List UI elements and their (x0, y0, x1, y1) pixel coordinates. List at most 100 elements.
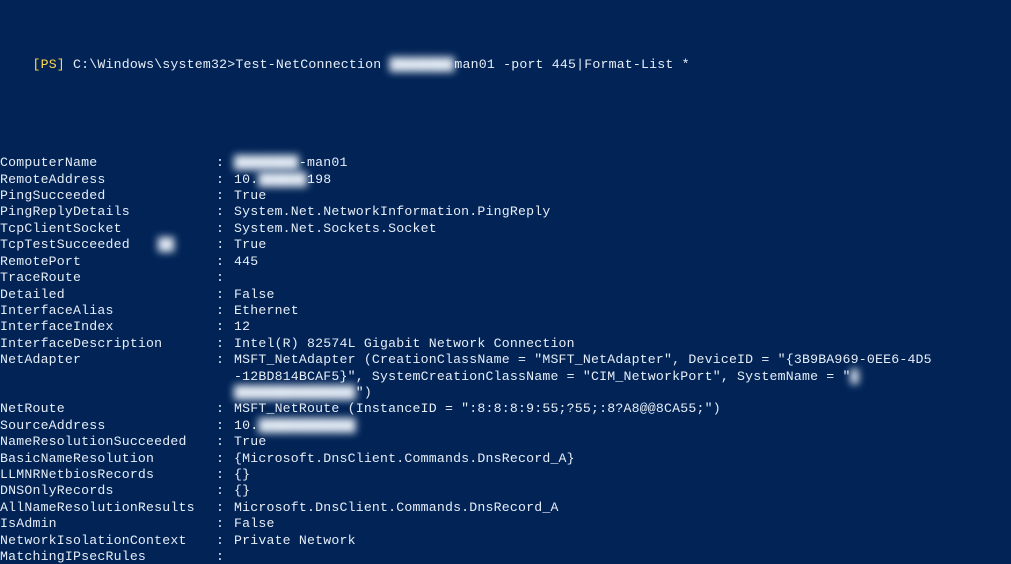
output-row: IsAdmin: False (0, 516, 1011, 532)
prompt-tag: [PS] (32, 57, 64, 72)
property-name: SourceAddress (0, 418, 216, 434)
property-value: 10.████████████ (234, 418, 1011, 434)
property-value: True (234, 188, 1011, 204)
colon: : (216, 188, 234, 204)
property-name: InterfaceDescription (0, 336, 216, 352)
colon: : (216, 172, 234, 188)
property-name: PingReplyDetails (0, 204, 216, 220)
property-value: -12BD814BCAF5}", SystemCreationClassName… (0, 369, 1011, 385)
property-value: ████████-man01 (234, 155, 1011, 171)
property-value: {Microsoft.DnsClient.Commands.DnsRecord_… (234, 451, 1011, 467)
output-row: TcpClientSocket: System.Net.Sockets.Sock… (0, 221, 1011, 237)
property-name: TcpClientSocket (0, 221, 216, 237)
prompt-line: [PS] C:\Windows\system32>Test-NetConnect… (0, 41, 1011, 90)
prompt-path: C:\Windows\system32> (65, 57, 235, 72)
property-value: ███████████████") (0, 385, 1011, 401)
redacted-text: ███████████████ (234, 385, 356, 400)
colon: ██: (216, 237, 234, 253)
colon: : (216, 303, 234, 319)
colon: : (216, 500, 234, 516)
property-value: 10.██████198 (234, 172, 1011, 188)
output-row: InterfaceAlias: Ethernet (0, 303, 1011, 319)
redaction-dot: ██ (158, 237, 174, 252)
property-value: 445 (234, 254, 1011, 270)
colon: : (216, 319, 234, 335)
colon: : (216, 401, 234, 417)
property-name: NetworkIsolationContext (0, 533, 216, 549)
property-name: PingSucceeded (0, 188, 216, 204)
output-row: MatchingIPsecRules: (0, 549, 1011, 564)
command-pre: Test-NetConnection (235, 57, 389, 72)
property-value: False (234, 516, 1011, 532)
output-row-continuation: ███████████████") (0, 385, 1011, 401)
property-name: DNSOnlyRecords (0, 483, 216, 499)
colon: : (216, 467, 234, 483)
property-name: InterfaceAlias (0, 303, 216, 319)
colon: : (216, 254, 234, 270)
property-value: True (234, 237, 1011, 253)
property-value: True (234, 434, 1011, 450)
property-name: AllNameResolutionResults (0, 500, 216, 516)
output-block: ComputerName: ████████-man01RemoteAddres… (0, 155, 1011, 564)
property-value (234, 549, 1011, 564)
property-name: BasicNameResolution (0, 451, 216, 467)
redacted-text: █ (851, 369, 859, 384)
property-name: RemotePort (0, 254, 216, 270)
property-value: System.Net.Sockets.Socket (234, 221, 1011, 237)
output-row: TcpTestSucceeded██: True (0, 237, 1011, 253)
property-value: Private Network (234, 533, 1011, 549)
output-row: SourceAddress: 10.████████████ (0, 418, 1011, 434)
output-row: NetworkIsolationContext: Private Network (0, 533, 1011, 549)
property-name: TcpTestSucceeded (0, 237, 216, 253)
property-value: Microsoft.DnsClient.Commands.DnsRecord_A (234, 500, 1011, 516)
property-value: {} (234, 483, 1011, 499)
property-name: NameResolutionSucceeded (0, 434, 216, 450)
property-value: 12 (234, 319, 1011, 335)
output-row: BasicNameResolution: {Microsoft.DnsClien… (0, 451, 1011, 467)
output-row: RemotePort: 445 (0, 254, 1011, 270)
property-value: False (234, 287, 1011, 303)
property-value: Ethernet (234, 303, 1011, 319)
command-redacted: ████████ (390, 57, 455, 72)
property-name: NetAdapter (0, 352, 216, 368)
colon: : (216, 483, 234, 499)
property-name: LLMNRNetbiosRecords (0, 467, 216, 483)
colon: : (216, 516, 234, 532)
property-name: Detailed (0, 287, 216, 303)
output-row: LLMNRNetbiosRecords: {} (0, 467, 1011, 483)
output-row: PingSucceeded: True (0, 188, 1011, 204)
colon: : (216, 155, 234, 171)
output-row: RemoteAddress: 10.██████198 (0, 172, 1011, 188)
colon: : (216, 434, 234, 450)
output-row: AllNameResolutionResults: Microsoft.DnsC… (0, 500, 1011, 516)
redacted-text: ████████ (234, 155, 299, 170)
output-row: TraceRoute: (0, 270, 1011, 286)
property-name: InterfaceIndex (0, 319, 216, 335)
property-name: IsAdmin (0, 516, 216, 532)
property-value: {} (234, 467, 1011, 483)
command-post: man01 -port 445|Format-List * (454, 57, 689, 72)
output-row: InterfaceIndex: 12 (0, 319, 1011, 335)
property-name: ComputerName (0, 155, 216, 171)
property-name: MatchingIPsecRules (0, 549, 216, 564)
colon: : (216, 451, 234, 467)
property-value: Intel(R) 82574L Gigabit Network Connecti… (234, 336, 1011, 352)
property-name: RemoteAddress (0, 172, 216, 188)
colon: : (216, 336, 234, 352)
output-row: DNSOnlyRecords: {} (0, 483, 1011, 499)
colon: : (216, 533, 234, 549)
property-name: NetRoute (0, 401, 216, 417)
output-row-continuation: -12BD814BCAF5}", SystemCreationClassName… (0, 369, 1011, 385)
colon: : (216, 221, 234, 237)
output-row: InterfaceDescription: Intel(R) 82574L Gi… (0, 336, 1011, 352)
property-value: System.Net.NetworkInformation.PingReply (234, 204, 1011, 220)
powershell-terminal[interactable]: [PS] C:\Windows\system32>Test-NetConnect… (0, 0, 1011, 564)
redacted-text: ████████████ (258, 418, 355, 433)
colon: : (216, 352, 234, 368)
colon: : (216, 204, 234, 220)
property-value: MSFT_NetAdapter (CreationClassName = "MS… (234, 352, 1011, 368)
property-name: TraceRoute (0, 270, 216, 286)
output-row: PingReplyDetails: System.Net.NetworkInfo… (0, 204, 1011, 220)
output-row: NetAdapter: MSFT_NetAdapter (CreationCla… (0, 352, 1011, 368)
output-row: NetRoute: MSFT_NetRoute (InstanceID = ":… (0, 401, 1011, 417)
